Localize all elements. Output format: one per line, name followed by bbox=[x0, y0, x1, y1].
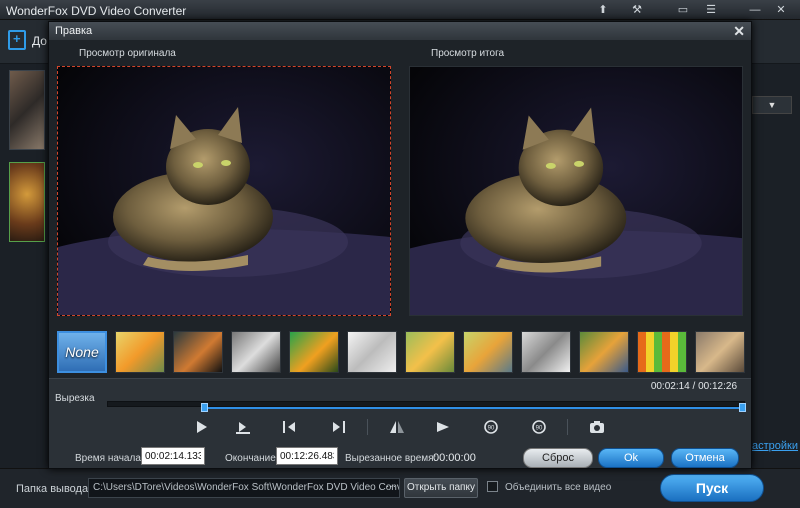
trim-range bbox=[205, 407, 743, 409]
start-time-input[interactable] bbox=[141, 447, 205, 465]
rotate-left-icon[interactable]: 90 bbox=[481, 419, 501, 435]
result-preview bbox=[409, 66, 743, 316]
separator bbox=[567, 419, 568, 435]
svg-text:90: 90 bbox=[536, 426, 543, 432]
close-icon[interactable]: ✕ bbox=[770, 2, 792, 18]
edit-dialog: Правка ✕ Просмотр оригинала Просмотр ито… bbox=[48, 21, 752, 469]
end-time-input[interactable] bbox=[276, 447, 338, 465]
trim-label: Вырезка bbox=[55, 393, 95, 404]
cat-image bbox=[58, 67, 390, 315]
effect-thumbnail[interactable] bbox=[579, 331, 629, 373]
effects-strip: None bbox=[55, 328, 747, 374]
effect-thumbnail[interactable] bbox=[463, 331, 513, 373]
effect-thumbnail[interactable] bbox=[173, 331, 223, 373]
dropdown-arrow-icon[interactable]: ▼ bbox=[752, 96, 792, 114]
output-path-value: C:\Users\DTore\Videos\WonderFox Soft\Won… bbox=[93, 482, 400, 493]
effect-none[interactable]: None bbox=[57, 331, 107, 373]
flip-horizontal-icon[interactable] bbox=[387, 419, 407, 435]
chat-icon[interactable]: ▭ bbox=[672, 2, 694, 18]
svg-text:90: 90 bbox=[488, 426, 495, 432]
effect-thumbnail[interactable] bbox=[405, 331, 455, 373]
run-button[interactable]: Пуск bbox=[660, 474, 764, 502]
add-file-icon[interactable] bbox=[8, 30, 26, 50]
original-preview-label: Просмотр оригинала bbox=[79, 48, 176, 59]
separator bbox=[367, 419, 368, 435]
video-thumbnail[interactable] bbox=[9, 162, 45, 242]
original-preview[interactable] bbox=[57, 66, 391, 316]
snapshot-icon[interactable] bbox=[587, 419, 607, 435]
settings-link[interactable]: астройки bbox=[752, 440, 798, 452]
effect-thumbnail[interactable] bbox=[521, 331, 571, 373]
app-title: WonderFox DVD Video Converter bbox=[6, 4, 187, 18]
upload-icon[interactable]: ⬆ bbox=[592, 2, 614, 18]
cut-time-label: Вырезанное время: bbox=[345, 453, 437, 464]
app-titlebar: WonderFox DVD Video Converter ⬆ ⚒ ▭ ☰ — … bbox=[0, 0, 800, 20]
output-path-field[interactable]: C:\Users\DTore\Videos\WonderFox Soft\Won… bbox=[88, 478, 400, 498]
set-start-icon[interactable] bbox=[233, 419, 253, 435]
dialog-titlebar: Правка ✕ bbox=[49, 22, 751, 40]
trim-panel: 00:02:14 / 00:12:26 Вырезка 90 90 Время … bbox=[49, 378, 751, 468]
browse-button[interactable]: ··· bbox=[386, 481, 396, 492]
video-list bbox=[6, 66, 48, 246]
trim-end-handle[interactable] bbox=[739, 403, 746, 412]
mark-in-icon[interactable] bbox=[279, 419, 299, 435]
trim-start-handle[interactable] bbox=[201, 403, 208, 412]
rotate-right-icon[interactable]: 90 bbox=[529, 419, 549, 435]
minimize-icon[interactable]: — bbox=[744, 2, 766, 18]
menu-icon[interactable]: ☰ bbox=[700, 2, 722, 18]
effect-thumbnail[interactable] bbox=[289, 331, 339, 373]
mark-out-icon[interactable] bbox=[329, 419, 349, 435]
reset-button[interactable]: Сброс bbox=[523, 448, 593, 468]
merge-label: Объединить все видео bbox=[505, 482, 612, 493]
cancel-button[interactable]: Отмена bbox=[671, 448, 739, 468]
ok-button[interactable]: Ok bbox=[598, 448, 664, 468]
result-preview-label: Просмотр итога bbox=[431, 48, 505, 59]
cut-time-value: 00:00:00 bbox=[433, 452, 476, 464]
output-bar: Папка вывода: C:\Users\DTore\Videos\Wond… bbox=[0, 468, 800, 508]
add-file-label[interactable]: До bbox=[32, 34, 47, 48]
effect-thumbnail[interactable] bbox=[637, 331, 687, 373]
effect-thumbnail[interactable] bbox=[231, 331, 281, 373]
dialog-close-icon[interactable]: ✕ bbox=[733, 23, 745, 40]
effect-thumbnail[interactable] bbox=[115, 331, 165, 373]
effect-thumbnail[interactable] bbox=[695, 331, 745, 373]
dialog-title: Правка bbox=[55, 25, 93, 37]
video-thumbnail[interactable] bbox=[9, 70, 45, 150]
end-time-label: Окончание: bbox=[225, 453, 279, 464]
play-icon[interactable] bbox=[191, 419, 211, 435]
effect-thumbnail[interactable] bbox=[347, 331, 397, 373]
open-folder-button[interactable]: Открыть папку bbox=[404, 478, 478, 498]
tools-icon[interactable]: ⚒ bbox=[626, 2, 648, 18]
merge-checkbox[interactable] bbox=[487, 481, 498, 492]
cat-image bbox=[410, 67, 742, 315]
flip-vertical-icon[interactable] bbox=[433, 419, 453, 435]
start-time-label: Время начала: bbox=[75, 453, 144, 464]
output-folder-label: Папка вывода: bbox=[16, 483, 92, 495]
time-display: 00:02:14 / 00:12:26 bbox=[650, 381, 737, 392]
